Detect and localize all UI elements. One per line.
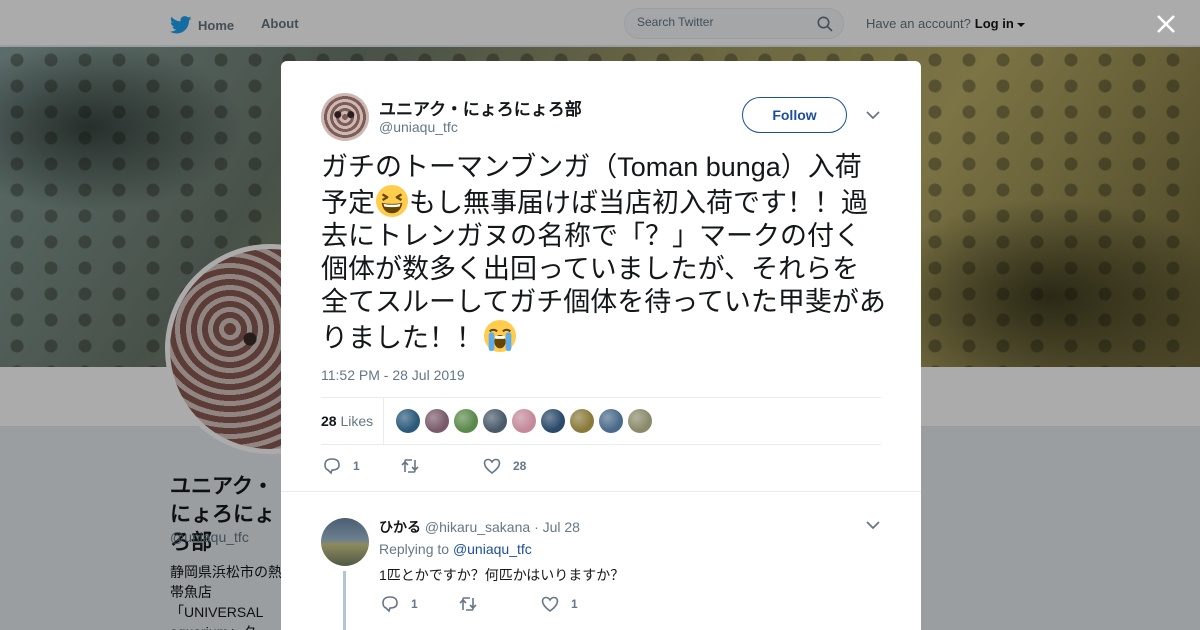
likes-count: 28 — [321, 413, 337, 429]
reply-icon — [382, 596, 398, 613]
retweet-icon — [459, 597, 477, 611]
reply-author-handle[interactable]: @hikaru_sakana — [425, 519, 530, 535]
liker-avatar[interactable] — [628, 409, 652, 433]
liker-avatar[interactable] — [454, 409, 478, 433]
likes-label: Likes — [340, 413, 374, 429]
reply-like-count: 1 — [571, 597, 578, 611]
like-count: 28 — [513, 459, 527, 473]
reply-date[interactable]: · Jul 28 — [534, 519, 580, 535]
liker-avatars — [396, 409, 652, 433]
loudly-crying-face-icon — [483, 319, 517, 353]
author-name[interactable]: ユニアク・にょろにょろ部 — [379, 95, 582, 120]
stat-separator — [383, 398, 384, 444]
reply-reply-count: 1 — [411, 597, 418, 611]
tweet-timestamp[interactable]: 11:52 PM - 28 Jul 2019 — [321, 367, 465, 383]
chevron-down-icon[interactable] — [866, 111, 880, 120]
heart-icon — [483, 458, 501, 474]
retweet-icon — [401, 459, 419, 473]
reply-reply-button[interactable]: 1 — [381, 595, 418, 613]
reply-text: 1匹とかですか？何匹かはいりますか？ — [379, 567, 625, 583]
grinning-squinting-face-icon — [375, 184, 409, 218]
reply-author-avatar[interactable] — [321, 518, 369, 566]
reply-header: ひかる @hikaru_sakana · Jul 28 — [379, 517, 580, 537]
author-avatar[interactable] — [321, 93, 369, 141]
liker-avatar[interactable] — [541, 409, 565, 433]
follow-button[interactable]: Follow — [742, 97, 847, 133]
replying-to-label: Replying to — [379, 541, 450, 557]
heart-icon — [541, 596, 559, 612]
divider — [321, 444, 881, 445]
reply-author-name[interactable]: ひかる — [379, 519, 421, 535]
like-button[interactable]: 28 — [483, 457, 526, 475]
likes-stat[interactable]: 28 Likes — [321, 413, 373, 429]
close-icon[interactable] — [1155, 13, 1177, 35]
retweet-button[interactable] — [401, 457, 431, 475]
liker-avatar[interactable] — [483, 409, 507, 433]
chevron-down-icon[interactable] — [866, 521, 880, 530]
reply-button[interactable]: 1 — [323, 457, 360, 475]
divider — [321, 397, 881, 398]
liker-avatar[interactable] — [396, 409, 420, 433]
replying-to-handle[interactable]: @uniaqu_tfc — [453, 541, 532, 557]
liker-avatar[interactable] — [599, 409, 623, 433]
tweet-modal: ユニアク・にょろにょろ部 @uniaqu_tfc Follow ガチのトーマンブ… — [281, 61, 921, 630]
reply-icon — [324, 458, 340, 475]
reply-like-button[interactable]: 1 — [541, 595, 578, 613]
reply-retweet-button[interactable] — [459, 595, 489, 613]
tweet-text: ガチのトーマンブンガ（Toman bunga）入荷予定 もし無事届けば当店初入荷… — [321, 151, 886, 355]
reply-count: 1 — [353, 459, 360, 473]
liker-avatar[interactable] — [425, 409, 449, 433]
thread-line — [343, 571, 346, 630]
replying-to: Replying to @uniaqu_tfc — [379, 541, 532, 557]
author-handle[interactable]: @uniaqu_tfc — [379, 119, 458, 135]
divider — [281, 491, 921, 492]
liker-avatar[interactable] — [512, 409, 536, 433]
liker-avatar[interactable] — [570, 409, 594, 433]
